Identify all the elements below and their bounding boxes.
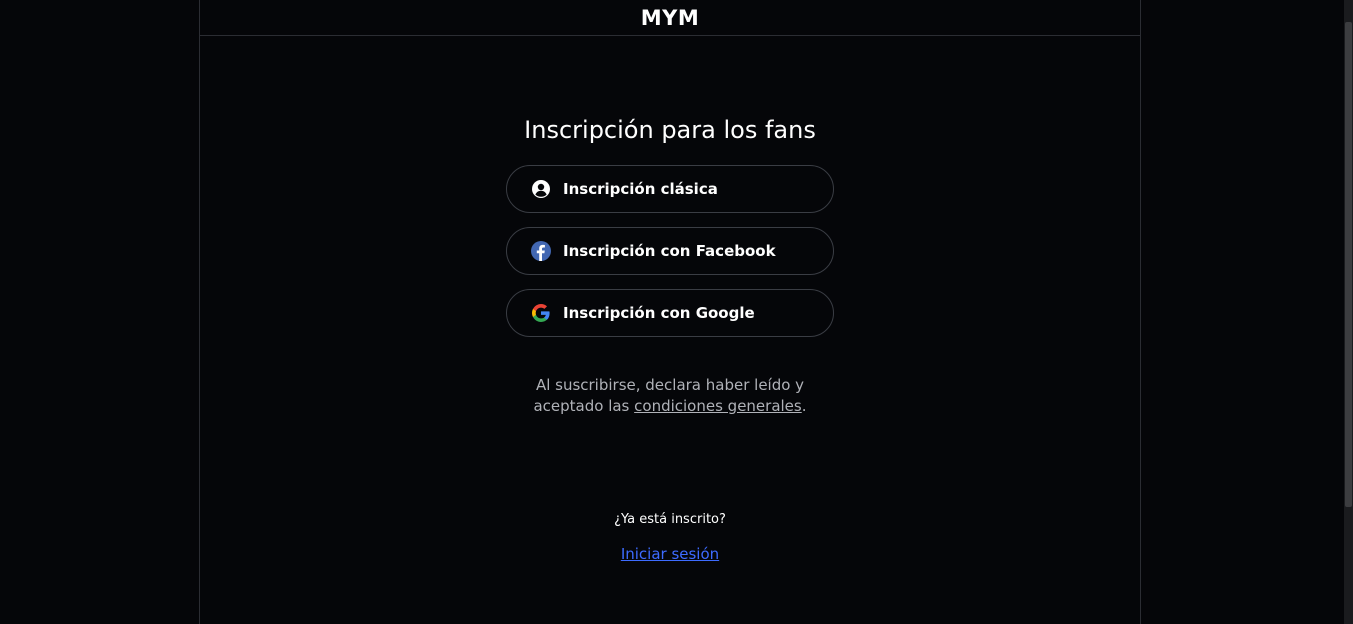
classic-signup-label: Inscripción clásica	[563, 180, 718, 198]
google-icon	[531, 303, 551, 323]
already-registered-text: ¿Ya está inscrito?	[614, 512, 726, 527]
facebook-icon	[531, 241, 551, 261]
terms-line-1: Al suscribirse, declara haber leído y	[535, 376, 805, 394]
classic-signup-button[interactable]: Inscripción clásica	[506, 165, 834, 213]
header: MYM	[200, 0, 1140, 36]
facebook-signup-button[interactable]: Inscripción con Facebook	[506, 227, 834, 275]
logo[interactable]: MYM	[641, 6, 700, 30]
page: MYM Inscripción para los fans Inscripció…	[0, 0, 1353, 624]
google-signup-label: Inscripción con Google	[563, 304, 755, 322]
page-title: Inscripción para los fans	[524, 116, 816, 144]
terms-text: Al suscribirse, declara haber leído y ac…	[200, 375, 1140, 417]
google-signup-button[interactable]: Inscripción con Google	[506, 289, 834, 337]
user-circle-icon	[531, 179, 551, 199]
facebook-signup-label: Inscripción con Facebook	[563, 242, 776, 260]
scrollbar[interactable]	[1344, 0, 1353, 624]
terms-line-2-prefix: aceptado las	[533, 397, 635, 415]
login-link[interactable]: Iniciar sesión	[621, 545, 719, 563]
login-link-container: Iniciar sesión	[200, 545, 1140, 563]
scrollbar-thumb[interactable]	[1345, 22, 1352, 507]
terms-link[interactable]: condiciones generales	[634, 397, 802, 415]
content-frame: MYM Inscripción para los fans Inscripció…	[199, 0, 1141, 624]
terms-line-2-suffix: .	[801, 397, 807, 415]
